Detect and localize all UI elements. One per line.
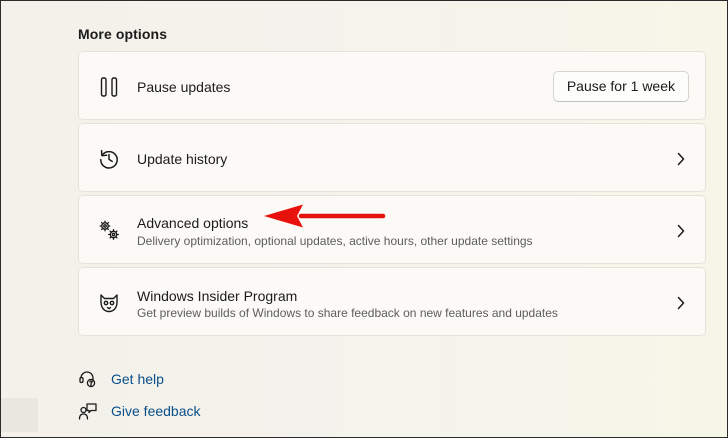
settings-window: More options Pause updates Pause for 1 w… [0,0,728,438]
chevron-right-icon [675,152,687,166]
windows-insider-description: Get preview builds of Windows to share f… [137,306,558,320]
section-title: More options [78,26,168,42]
update-history-card[interactable]: Update history [78,123,706,192]
windows-insider-card[interactable]: Windows Insider Program Get preview buil… [78,267,706,336]
sidebar-edge [1,398,38,432]
pause-updates-title: Pause updates [137,79,231,95]
pause-updates-card: Pause updates Pause for 1 week [78,51,706,120]
give-feedback-link[interactable]: Give feedback [111,403,201,419]
windows-insider-title: Windows Insider Program [137,288,298,304]
annotation-arrow [263,203,391,229]
history-icon [97,147,121,171]
advanced-options-card[interactable]: Advanced options Delivery optimization, … [78,195,706,264]
pause-icon [97,75,121,99]
chevron-right-icon [675,224,687,238]
pause-for-1-week-button[interactable]: Pause for 1 week [552,71,689,102]
advanced-options-description: Delivery optimization, optional updates,… [137,234,533,248]
get-help-link[interactable]: Get help [111,371,164,387]
insider-cat-icon [97,291,121,315]
advanced-options-title: Advanced options [137,215,249,231]
chevron-right-icon [675,296,687,310]
gears-icon [97,218,121,242]
help-headset-icon [78,369,98,389]
feedback-icon [78,401,98,421]
update-history-title: Update history [137,151,228,167]
